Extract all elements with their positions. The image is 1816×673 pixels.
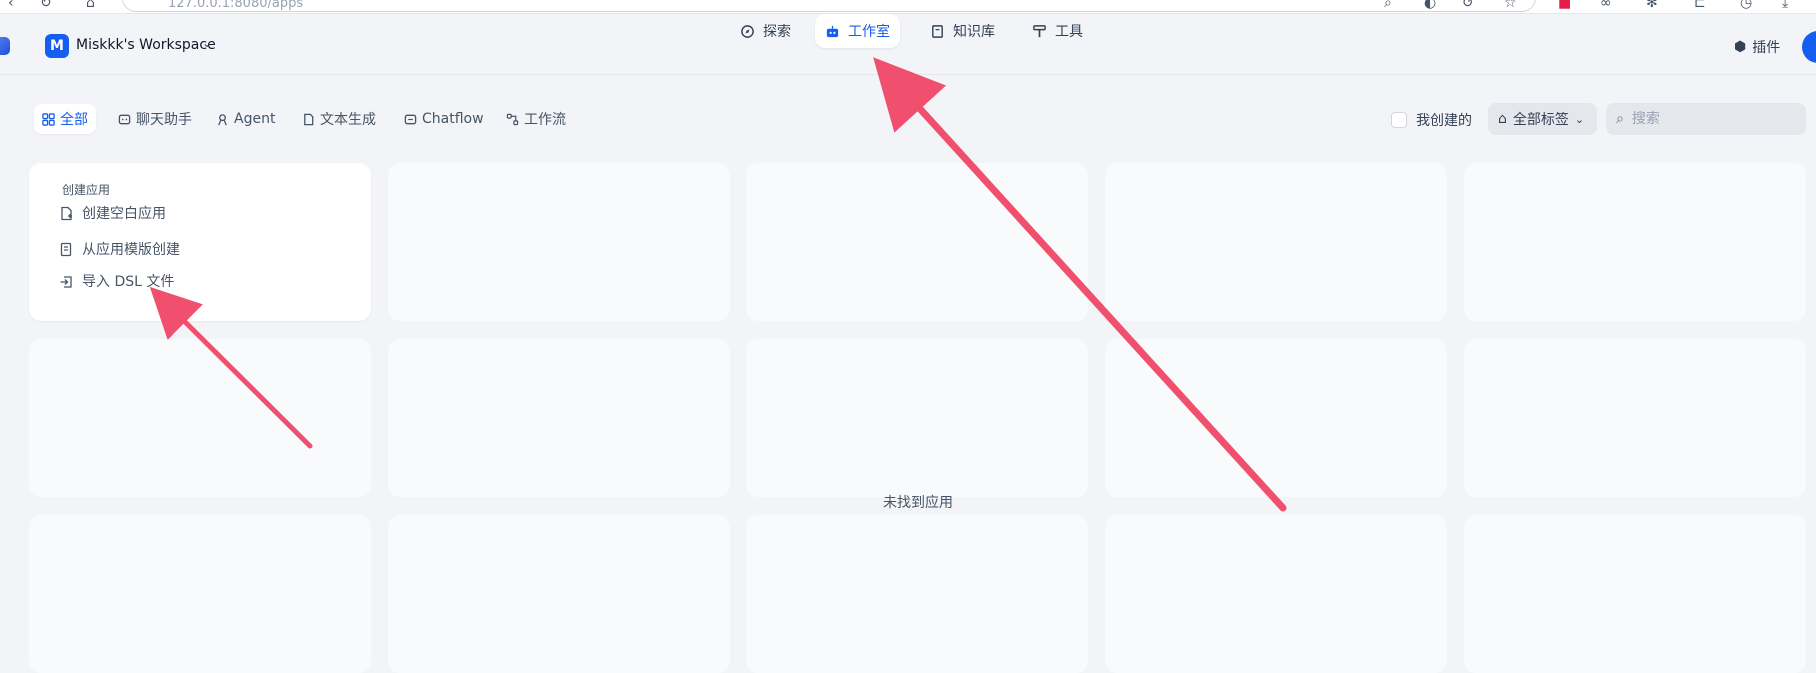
app-card-placeholder	[746, 339, 1088, 497]
tab-workflow-label: 工作流	[524, 112, 566, 128]
app-card-placeholder	[29, 515, 371, 673]
address-bar[interactable]	[122, 0, 1536, 12]
create-app-title: 创建应用	[62, 183, 111, 197]
refresh-icon[interactable]: ↺	[1462, 0, 1474, 11]
tab-chatflow[interactable]: Chatflow	[396, 104, 492, 134]
empty-state-text: 未找到应用	[883, 495, 953, 511]
nav-explore-label: 探索	[763, 24, 791, 40]
nav-studio[interactable]: 工作室	[815, 14, 900, 48]
app-card-placeholder	[388, 163, 730, 321]
user-avatar[interactable]	[1802, 31, 1816, 63]
nav-tools[interactable]: 工具	[1022, 14, 1093, 48]
tab-chatflow-label: Chatflow	[422, 111, 484, 127]
search-input[interactable]	[1629, 110, 1790, 128]
chevron-down-icon[interactable]: ⌄	[202, 36, 212, 50]
tab-all-label: 全部	[60, 112, 88, 128]
back-icon[interactable]: ‹	[8, 0, 14, 11]
app-card-placeholder	[1464, 515, 1806, 673]
document-icon	[304, 113, 314, 125]
tag-filter-label: 全部标签	[1512, 112, 1569, 128]
app-card-placeholder	[746, 515, 1088, 673]
url-text: 127.0.0.1:8080/apps	[168, 0, 304, 11]
tab-chatbot-label: 聊天助手	[136, 112, 192, 128]
translate-icon[interactable]: ◐	[1424, 0, 1436, 11]
chevron-down-icon: ⌄	[1574, 112, 1585, 126]
nav-knowledge[interactable]: 知识库	[920, 14, 1005, 48]
zoom-icon[interactable]: ⌕	[1384, 0, 1392, 11]
chat-bot-icon	[118, 114, 131, 124]
search-icon: ⌕	[1616, 111, 1624, 127]
import-dsl-label: 导入 DSL 文件	[82, 274, 175, 290]
nav-knowledge-label: 知识库	[953, 24, 995, 40]
cube-icon: ⬢	[1734, 39, 1747, 55]
search-box[interactable]: ⌕	[1606, 103, 1806, 135]
copilot-icon[interactable]: ∞	[1600, 0, 1612, 11]
create-blank-app-label: 创建空白应用	[82, 206, 166, 222]
app-card-placeholder	[1464, 163, 1806, 321]
tab-text-generation[interactable]: 文本生成	[294, 104, 384, 134]
create-blank-app-button[interactable]: 创建空白应用	[59, 203, 166, 223]
app-card-placeholder	[746, 163, 1088, 321]
nav-tools-label: 工具	[1055, 24, 1083, 40]
tag-icon: ⌂	[1498, 111, 1507, 127]
workspace-avatar[interactable]: M	[45, 34, 69, 58]
plugin-button[interactable]: ⬢ 插件	[1734, 37, 1780, 57]
hammer-icon	[1033, 24, 1046, 37]
app-card-placeholder	[29, 339, 371, 497]
tab-all[interactable]: 全部	[34, 104, 96, 134]
created-by-me-filter[interactable]: 我创建的	[1391, 110, 1472, 130]
create-app-card: 创建应用 创建空白应用 从应用模版创建 导入 DSL 文件	[29, 163, 371, 321]
app-logo-icon[interactable]	[0, 37, 10, 55]
app-card-placeholder	[1105, 163, 1447, 321]
workspace-name[interactable]: Miskkk's Workspace	[76, 37, 216, 53]
nav-studio-label: 工作室	[848, 24, 890, 40]
chatflow-icon	[404, 114, 417, 124]
reload-icon[interactable]: ↻	[40, 0, 52, 11]
sidebar-icon[interactable]: ⊏	[1694, 0, 1706, 11]
tag-filter-dropdown[interactable]: ⌂ 全部标签 ⌄	[1488, 103, 1597, 135]
book-icon	[932, 24, 943, 38]
plugin-label: 插件	[1752, 40, 1781, 56]
tab-chatbot[interactable]: 聊天助手	[110, 104, 200, 134]
template-icon	[60, 242, 72, 256]
compass-icon	[741, 24, 754, 38]
create-from-template-button[interactable]: 从应用模版创建	[59, 239, 180, 259]
history-icon[interactable]: ◷	[1740, 0, 1752, 11]
star-icon[interactable]: ☆	[1504, 0, 1517, 11]
tab-workflow[interactable]: 工作流	[498, 104, 574, 134]
tab-agent[interactable]: Agent	[208, 104, 283, 134]
download-icon[interactable]: ⤓	[1782, 0, 1788, 11]
workflow-icon	[506, 113, 519, 125]
home-icon[interactable]: ⌂	[86, 0, 95, 11]
grid-icon	[42, 112, 55, 126]
app-card-placeholder	[388, 515, 730, 673]
app-card-placeholder	[388, 339, 730, 497]
browser-toolbar: ‹ ↻ ⌂ 127.0.0.1:8080/apps ⌕ ◐ ↺ ☆ ■ ∞ ✻ …	[0, 0, 1816, 14]
tab-agent-label: Agent	[234, 111, 276, 127]
file-plus-icon	[61, 206, 72, 220]
app-card-placeholder	[1464, 339, 1806, 497]
agent-icon	[218, 113, 227, 125]
import-icon	[60, 275, 72, 288]
import-dsl-button[interactable]: 导入 DSL 文件	[59, 271, 174, 291]
created-by-me-checkbox[interactable]	[1391, 112, 1407, 128]
created-by-me-label: 我创建的	[1416, 113, 1472, 129]
app-card-placeholder	[1105, 339, 1447, 497]
nav-explore[interactable]: 探索	[730, 14, 801, 48]
puzzle-icon[interactable]: ✻	[1646, 0, 1658, 11]
extension-icon[interactable]: ■	[1558, 0, 1571, 11]
app-card-placeholder	[1105, 515, 1447, 673]
robot-icon	[826, 25, 839, 37]
app-header: M Miskkk's Workspace ⌄ 探索 工作室 知识库 工具 ⬢ 插…	[0, 14, 1816, 75]
tab-text-generation-label: 文本生成	[320, 112, 376, 128]
create-from-template-label: 从应用模版创建	[82, 242, 180, 258]
